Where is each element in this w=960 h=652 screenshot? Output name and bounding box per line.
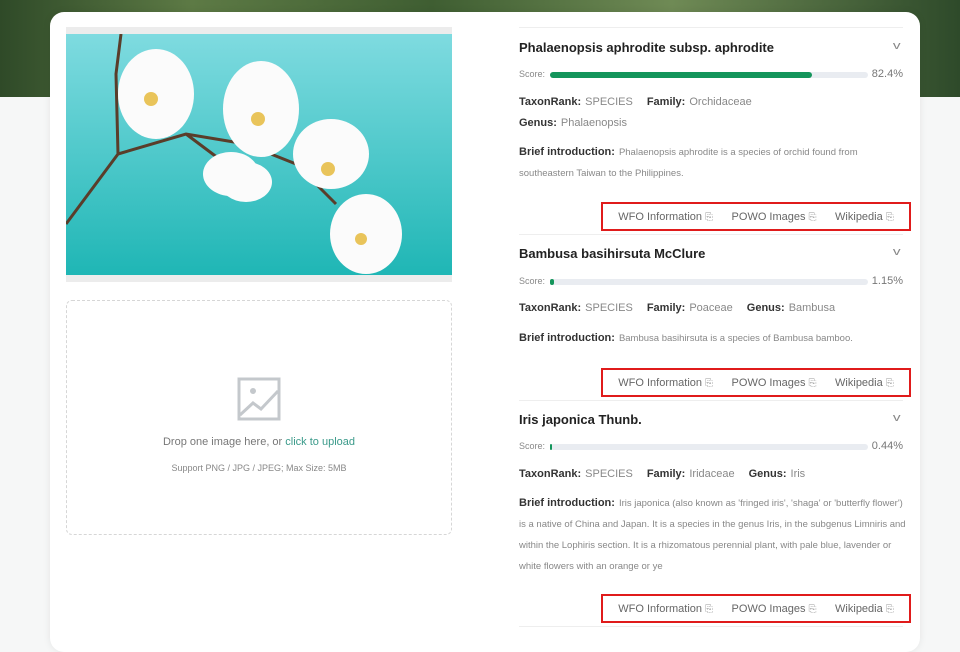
click-to-upload-link[interactable]: click to upload [285,436,355,448]
wikipedia-link[interactable]: Wikipedia ⎘ [835,377,894,389]
drop-label: Drop one image here, or [162,436,286,448]
score-bar [550,444,868,450]
upload-dropzone[interactable]: Drop one image here, or click to upload … [66,300,452,535]
genus-label: Genus: [519,117,557,129]
paperclip-icon: ⎘ [705,377,714,389]
uploaded-image-preview [66,27,452,282]
result-title: Bambusa basihirsuta McClure [519,246,706,261]
taxon-value: SPECIES [585,302,633,314]
divider [519,234,903,235]
wikipedia-link[interactable]: Wikipedia ⎘ [835,211,894,223]
wiki-label: Wikipedia [835,210,883,223]
paperclip-icon: ⎘ [808,377,817,389]
wfo-label: WFO Information [618,376,703,389]
divider [519,27,903,28]
taxon-value: SPECIES [585,468,633,480]
taxon-value: SPECIES [585,96,633,108]
upload-hint: Support PNG / JPG / JPEG; Max Size: 5MB [171,463,347,473]
score-row: Score: 82.4% [519,68,903,81]
family-value: Orchidaceae [689,96,752,108]
paperclip-icon: ⎘ [885,211,894,223]
family-label: Family: [646,302,686,314]
genus-row: Genus: Phalaenopsis [519,117,641,129]
powo-label: POWO Images [731,376,806,389]
powo-link[interactable]: POWO Images ⎘ [732,211,817,223]
score-row: Score: 0.44% [519,440,903,453]
chevron-down-icon[interactable]: v [892,412,900,424]
wfo-link[interactable]: WFO Information ⎘ [618,603,713,615]
powo-link[interactable]: POWO Images ⎘ [732,603,817,615]
chevron-down-icon[interactable]: v [892,40,900,52]
result-title: Phalaenopsis aphrodite subsp. aphrodite [519,40,774,55]
intro: Brief introduction: Bambusa basihirsuta i… [519,328,909,349]
chevron-down-icon[interactable]: v [892,246,900,258]
taxon-row: TaxonRank: SPECIES Family: Iridaceae Genus: I… [519,468,819,480]
score-label: Score: [519,276,546,286]
taxon-row: TaxonRank: SPECIES Family: Poaceae Genus: Bam… [519,302,849,314]
intro-label: Brief introduction: [519,332,615,344]
family-label: Family: [646,468,686,480]
paperclip-icon: ⎘ [808,603,817,615]
divider [519,400,903,401]
genus-label: Genus: [746,302,785,314]
powo-label: POWO Images [731,602,806,615]
taxon-row: TaxonRank: SPECIES Family: Orchidaceae [519,96,766,108]
intro: Brief introduction: Iris japonica (also k… [519,493,909,577]
family-value: Poaceae [689,302,733,314]
wfo-label: WFO Information [618,210,703,223]
taxon-label: TaxonRank: [519,96,582,108]
taxon-label: TaxonRank: [519,468,582,480]
family-value: Iridaceae [689,468,735,480]
score-label: Score: [519,69,546,79]
wfo-link[interactable]: WFO Information ⎘ [618,211,713,223]
powo-link[interactable]: POWO Images ⎘ [732,377,817,389]
wfo-label: WFO Information [618,602,703,615]
score-bar [550,279,868,285]
score-value: 1.15% [871,275,903,287]
paperclip-icon: ⎘ [885,377,894,389]
score-fill [550,279,554,285]
intro-label: Brief introduction: [519,146,615,158]
score-value: 82.4% [871,68,903,80]
result-title: Iris japonica Thunb. [519,412,642,427]
wiki-label: Wikipedia [835,602,883,615]
intro-label: Brief introduction: [519,497,615,509]
drop-text: Drop one image here, or click to upload [67,436,451,448]
score-row: Score: 1.15% [519,275,903,288]
intro-text: Iris japonica (also known as 'fringed ir… [519,498,906,572]
genus-value: Bambusa [788,302,836,314]
wfo-link[interactable]: WFO Information ⎘ [618,377,713,389]
image-placeholder-icon [237,377,281,421]
wikipedia-link[interactable]: Wikipedia ⎘ [835,603,894,615]
paperclip-icon: ⎘ [705,603,714,615]
wiki-label: Wikipedia [835,376,883,389]
taxon-label: TaxonRank: [519,302,582,314]
genus-label: Genus: [748,468,787,480]
reference-links: WFO Information ⎘ POWO Images ⎘ Wikipedia ⎘ [601,202,911,231]
reference-links: WFO Information ⎘ POWO Images ⎘ Wikipedia ⎘ [601,594,911,623]
score-label: Score: [519,441,546,451]
score-value: 0.44% [871,440,903,452]
intro-text: Bambusa basihirsuta is a species of Bamb… [618,333,853,344]
score-fill [550,72,813,78]
divider [519,626,903,627]
family-label: Family: [646,96,686,108]
paperclip-icon: ⎘ [705,211,714,223]
genus-value: Phalaenopsis [560,117,627,129]
genus-value: Iris [790,468,806,480]
intro: Brief introduction: Phalaenopsis aphrodit… [519,142,894,184]
paperclip-icon: ⎘ [808,211,817,223]
score-fill [550,444,552,450]
powo-label: POWO Images [731,210,806,223]
reference-links: WFO Information ⎘ POWO Images ⎘ Wikipedia ⎘ [601,368,911,397]
paperclip-icon: ⎘ [885,603,894,615]
score-bar [550,72,868,78]
